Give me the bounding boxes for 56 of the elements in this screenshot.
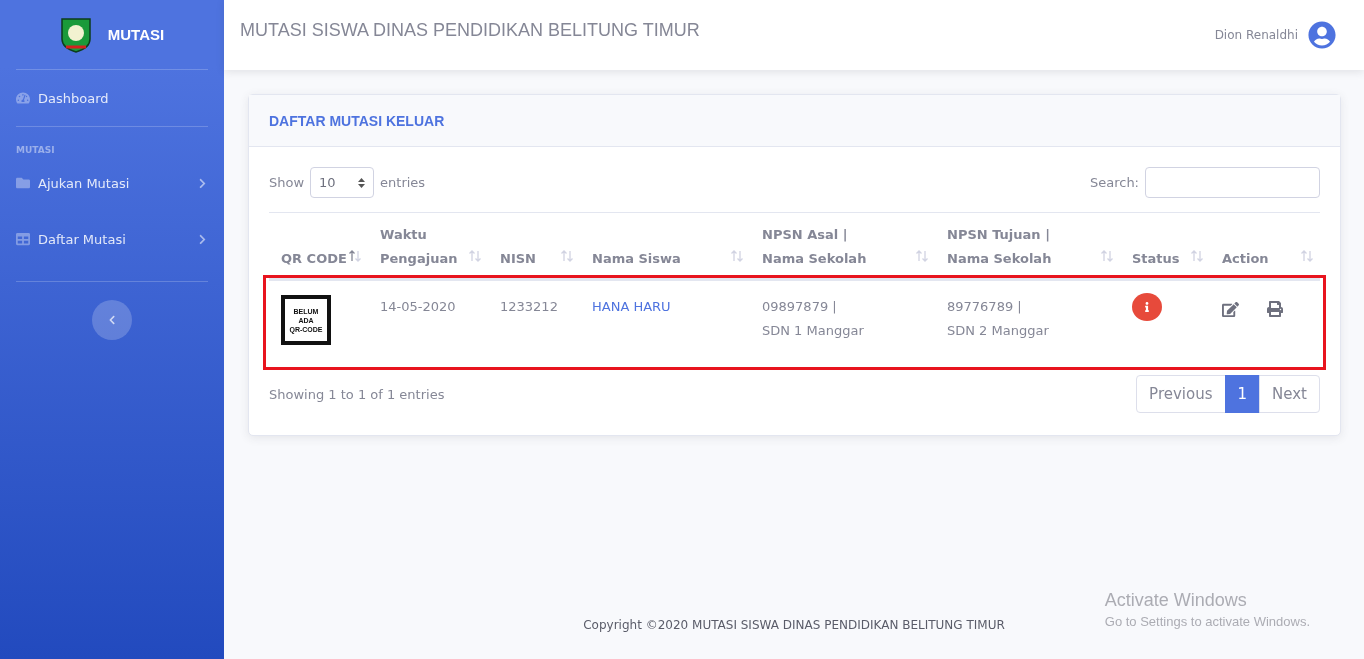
sidebar-link[interactable]: Daftar Mutasi [38, 231, 189, 247]
chevron-left-icon [107, 315, 117, 325]
sidebar-link[interactable]: Dashboard [38, 90, 208, 106]
sort-arrows-icon[interactable] [730, 249, 744, 263]
sort-arrows-icon[interactable] [915, 249, 929, 263]
pagination-button[interactable]: Previous [1136, 375, 1226, 413]
sidebar-heading: MUTASI [16, 144, 56, 155]
sort-arrows-icon[interactable] [1100, 249, 1114, 263]
sidebar-toggle-button[interactable] [92, 300, 132, 340]
table-cell-text: 1233212 [500, 298, 559, 316]
brand-name: MUTASI [107, 26, 165, 43]
folder-icon [16, 176, 30, 190]
student-name-link[interactable]: HANA HARU [592, 295, 738, 319]
search-label: Search: [1089, 175, 1139, 190]
column-header[interactable]: NPSN Tujuan | Nama Sekolah [947, 223, 1072, 271]
user-name[interactable]: Dion Renaldhi [1214, 28, 1298, 42]
chevron-right-icon [197, 233, 208, 245]
sort-arrows-icon[interactable] [1300, 249, 1314, 263]
sort-arrows-icon[interactable] [560, 249, 574, 263]
column-header[interactable]: NPSN Asal | Nama Sekolah [762, 223, 887, 271]
sort-arrows-icon[interactable] [348, 249, 362, 263]
sidebar-link[interactable]: Ajukan Mutasi [38, 175, 189, 191]
search-field[interactable] [1145, 167, 1320, 198]
activation-notice-title: Activate Windows [1104, 590, 1248, 611]
table-cell-text: SDN 1 Manggar [762, 322, 865, 340]
table-cell-text: 09897879 | [762, 298, 838, 316]
column-header[interactable]: QR CODE [281, 247, 347, 271]
chevron-right-icon [197, 177, 208, 189]
column-header[interactable]: Status [1132, 247, 1180, 271]
status-info-icon[interactable] [1132, 293, 1162, 321]
show-label: Show [269, 175, 305, 190]
column-header[interactable]: NISN [500, 247, 536, 271]
grid-icon [16, 232, 30, 246]
edit-icon[interactable] [1222, 301, 1239, 318]
gauge-icon [16, 91, 30, 105]
column-header[interactable]: Action [1222, 247, 1269, 271]
copyright-text: Copyright ©2020 MUTASI SISWA DINAS PENDIDIKAN BELITUNG TIMUR [583, 618, 1005, 632]
pagination-button[interactable]: Next [1259, 375, 1320, 413]
column-header[interactable]: Waktu Pengajuan [380, 223, 468, 271]
crest-logo-icon [59, 16, 92, 53]
updown-caret-icon [358, 177, 366, 188]
table-cell-text: 14-05-2020 [380, 298, 457, 316]
page-size-select[interactable]: 10 [310, 167, 375, 198]
sort-arrows-icon[interactable] [1190, 249, 1204, 263]
table-cell-text: SDN 2 Manggar [947, 322, 1050, 340]
page-title: MUTASI SISWA DINAS PENDIDIKAN BELITUNG TIMUR [240, 19, 700, 41]
sort-arrows-icon[interactable] [468, 249, 482, 263]
entries-info: Showing 1 to 1 of 1 entries [269, 386, 445, 402]
user-avatar-icon[interactable] [1308, 21, 1336, 49]
card-title: DAFTAR MUTASI KELUAR [269, 112, 445, 129]
column-header[interactable]: Nama Siswa [592, 247, 681, 271]
pagination-button[interactable]: 1 [1224, 375, 1261, 413]
print-icon[interactable] [1267, 301, 1283, 318]
activation-notice-text: Go to Settings to activate Windows. [1104, 614, 1310, 629]
entries-label: entries [380, 175, 426, 190]
table-cell-text: 89776789 | [947, 298, 1023, 316]
